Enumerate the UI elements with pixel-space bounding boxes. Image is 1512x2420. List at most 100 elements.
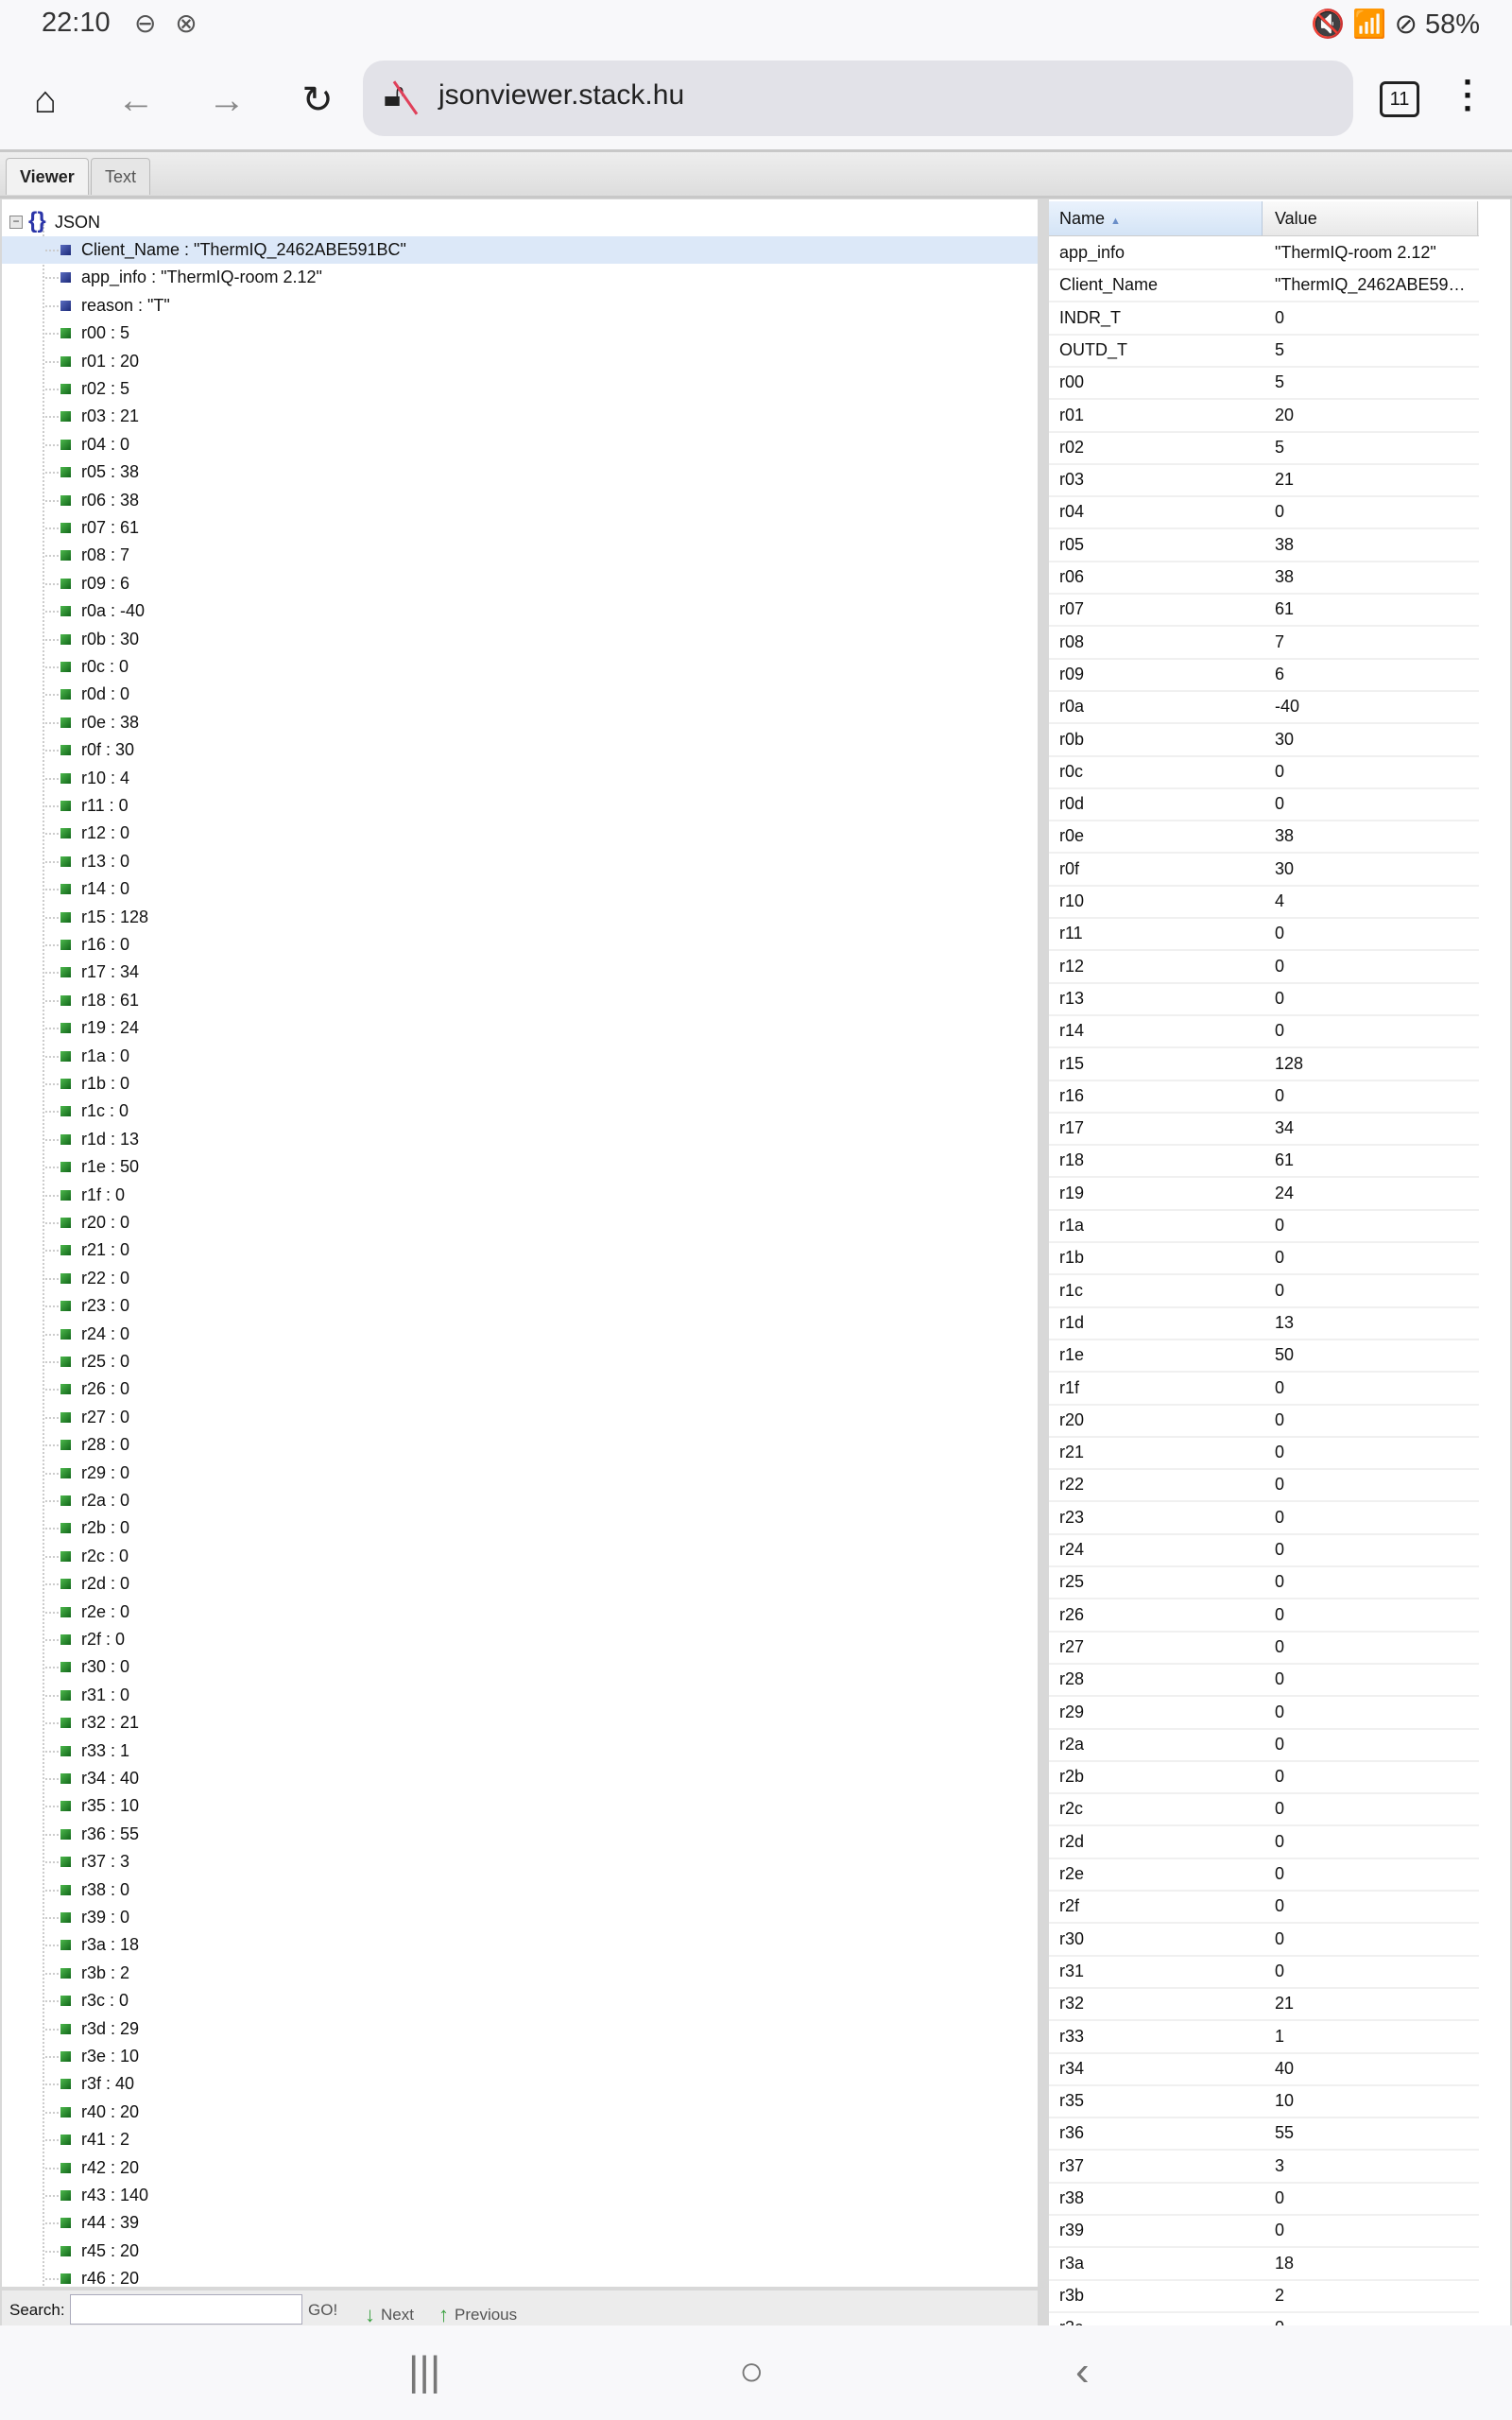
grid-row[interactable]: r19 24 <box>1049 1177 1479 1211</box>
grid-row[interactable]: r1e 50 <box>1049 1339 1479 1374</box>
grid-row[interactable]: r15 128 <box>1049 1047 1479 1081</box>
grid-row[interactable]: r03 21 <box>1049 463 1479 498</box>
grid-row[interactable]: r3a 18 <box>1049 2247 1479 2281</box>
tree-node[interactable]: r16 : 0 <box>2 931 1038 959</box>
tree-node[interactable]: r0f : 30 <box>2 736 1038 764</box>
tree-node[interactable]: r18 : 61 <box>2 987 1038 1014</box>
tree-node[interactable]: r2f : 0 <box>2 1626 1038 1653</box>
tree-node[interactable]: r37 : 3 <box>2 1848 1038 1876</box>
tree-node[interactable]: r33 : 1 <box>2 1737 1038 1765</box>
grid-row[interactable]: r13 0 <box>1049 982 1479 1016</box>
grid-row[interactable]: r07 61 <box>1049 593 1479 628</box>
grid-row[interactable]: r39 0 <box>1049 2214 1479 2249</box>
tree-node[interactable]: r27 : 0 <box>2 1404 1038 1431</box>
tree-node[interactable]: r1c : 0 <box>2 1098 1038 1125</box>
tree-node[interactable]: r3d : 29 <box>2 2015 1038 2043</box>
grid-row[interactable]: r27 0 <box>1049 1631 1479 1665</box>
tree-node[interactable]: r02 : 5 <box>2 375 1038 403</box>
grid-row[interactable]: r08 7 <box>1049 626 1479 660</box>
tree-node[interactable]: r46 : 20 <box>2 2265 1038 2287</box>
grid-row[interactable]: r1a 0 <box>1049 1209 1479 1243</box>
tree-node[interactable]: r0a : -40 <box>2 597 1038 625</box>
tree-node[interactable]: r10 : 4 <box>2 765 1038 792</box>
grid-row[interactable]: r1f 0 <box>1049 1372 1479 1406</box>
tree-node[interactable]: r20 : 0 <box>2 1209 1038 1236</box>
grid-row[interactable]: r2f 0 <box>1049 1890 1479 1925</box>
more-menu-icon[interactable]: · · · <box>1463 65 1474 126</box>
grid-row[interactable]: r0c 0 <box>1049 755 1479 789</box>
grid-row[interactable]: r17 34 <box>1049 1112 1479 1147</box>
tree-node[interactable]: r35 : 10 <box>2 1792 1038 1820</box>
tree-node[interactable]: r2c : 0 <box>2 1543 1038 1570</box>
tree-node[interactable]: r1e : 50 <box>2 1153 1038 1181</box>
grid-row[interactable]: r2a 0 <box>1049 1728 1479 1762</box>
grid-row[interactable]: r0d 0 <box>1049 787 1479 822</box>
grid-row[interactable]: r23 0 <box>1049 1501 1479 1535</box>
reload-icon[interactable]: ↻ <box>291 74 344 127</box>
tree-node[interactable]: r38 : 0 <box>2 1876 1038 1904</box>
grid-row[interactable]: r36 55 <box>1049 2117 1479 2152</box>
tree-node[interactable]: r21 : 0 <box>2 1236 1038 1264</box>
tree-node[interactable]: r03 : 21 <box>2 403 1038 430</box>
url-text[interactable]: jsonviewer.stack.hu <box>438 79 684 112</box>
tree-node[interactable]: r04 : 0 <box>2 431 1038 458</box>
grid-row[interactable]: r37 3 <box>1049 2150 1479 2184</box>
grid-row[interactable]: OUTD_T 5 <box>1049 334 1479 368</box>
grid-row[interactable]: r01 20 <box>1049 399 1479 433</box>
go-button[interactable]: GO! <box>308 2301 337 2320</box>
grid-row[interactable]: r04 0 <box>1049 495 1479 530</box>
grid-row[interactable]: r05 38 <box>1049 528 1479 562</box>
tree-node[interactable]: reason : "T" <box>2 292 1038 320</box>
tree-node[interactable]: r2d : 0 <box>2 1570 1038 1598</box>
grid-row[interactable]: r28 0 <box>1049 1663 1479 1698</box>
tree-node[interactable]: r0d : 0 <box>2 681 1038 708</box>
grid-row[interactable]: r0e 38 <box>1049 820 1479 855</box>
collapse-icon[interactable]: − <box>9 216 23 229</box>
tree-node[interactable]: r07 : 61 <box>2 514 1038 542</box>
tree-node[interactable]: r08 : 7 <box>2 542 1038 569</box>
tree-node[interactable]: r32 : 21 <box>2 1709 1038 1737</box>
recent-apps-icon[interactable]: ||| <box>408 2348 440 2395</box>
tree-node[interactable]: r31 : 0 <box>2 1682 1038 1709</box>
grid-row[interactable]: r2e 0 <box>1049 1858 1479 1892</box>
tree-node[interactable]: r24 : 0 <box>2 1321 1038 1348</box>
tree-node[interactable]: r25 : 0 <box>2 1348 1038 1375</box>
tree-node[interactable]: r0c : 0 <box>2 653 1038 681</box>
tree-node[interactable]: r1b : 0 <box>2 1070 1038 1098</box>
forward-icon[interactable]: → <box>200 74 253 127</box>
column-header-name[interactable]: Name ▲ <box>1049 201 1263 235</box>
tree-node[interactable]: r3b : 2 <box>2 1960 1038 1987</box>
tree-node[interactable]: r05 : 38 <box>2 458 1038 486</box>
tab-viewer[interactable]: Viewer <box>6 158 89 195</box>
grid-row[interactable]: r30 0 <box>1049 1923 1479 1957</box>
home-icon[interactable]: ⌂ <box>19 74 72 127</box>
grid-row[interactable]: r02 5 <box>1049 431 1479 465</box>
tree-node[interactable]: r1f : 0 <box>2 1182 1038 1209</box>
grid-row[interactable]: r26 0 <box>1049 1599 1479 1633</box>
tree-node[interactable]: r40 : 20 <box>2 2099 1038 2126</box>
tree-node[interactable]: r45 : 20 <box>2 2238 1038 2265</box>
tree-node[interactable]: r34 : 40 <box>2 1765 1038 1792</box>
grid-row[interactable]: r2c 0 <box>1049 1792 1479 1827</box>
grid-row[interactable]: r21 0 <box>1049 1436 1479 1471</box>
grid-row[interactable]: r1b 0 <box>1049 1241 1479 1276</box>
tree-node[interactable]: r26 : 0 <box>2 1375 1038 1403</box>
tree-node[interactable]: r41 : 2 <box>2 2126 1038 2153</box>
tree-node[interactable]: app_info : "ThermIQ-room 2.12" <box>2 264 1038 291</box>
grid-row[interactable]: r18 61 <box>1049 1144 1479 1179</box>
tree-node[interactable]: r12 : 0 <box>2 820 1038 847</box>
grid-row[interactable]: r3b 2 <box>1049 2279 1479 2313</box>
grid-row[interactable]: r1c 0 <box>1049 1274 1479 1308</box>
grid-row[interactable]: r0a -40 <box>1049 690 1479 725</box>
tree-node[interactable]: r22 : 0 <box>2 1265 1038 1292</box>
tree-node[interactable]: r0b : 30 <box>2 626 1038 653</box>
previous-button[interactable]: ↑ Previous <box>438 2301 517 2326</box>
column-header-value[interactable]: Value <box>1264 201 1478 235</box>
grid-row[interactable]: r2b 0 <box>1049 1760 1479 1795</box>
grid-row[interactable]: r00 5 <box>1049 366 1479 401</box>
grid-row[interactable]: r24 0 <box>1049 1533 1479 1567</box>
tree-node[interactable]: r42 : 20 <box>2 2154 1038 2182</box>
search-input[interactable] <box>70 2294 302 2325</box>
grid-row[interactable]: r32 21 <box>1049 1987 1479 2022</box>
tree-node[interactable]: r17 : 34 <box>2 959 1038 986</box>
